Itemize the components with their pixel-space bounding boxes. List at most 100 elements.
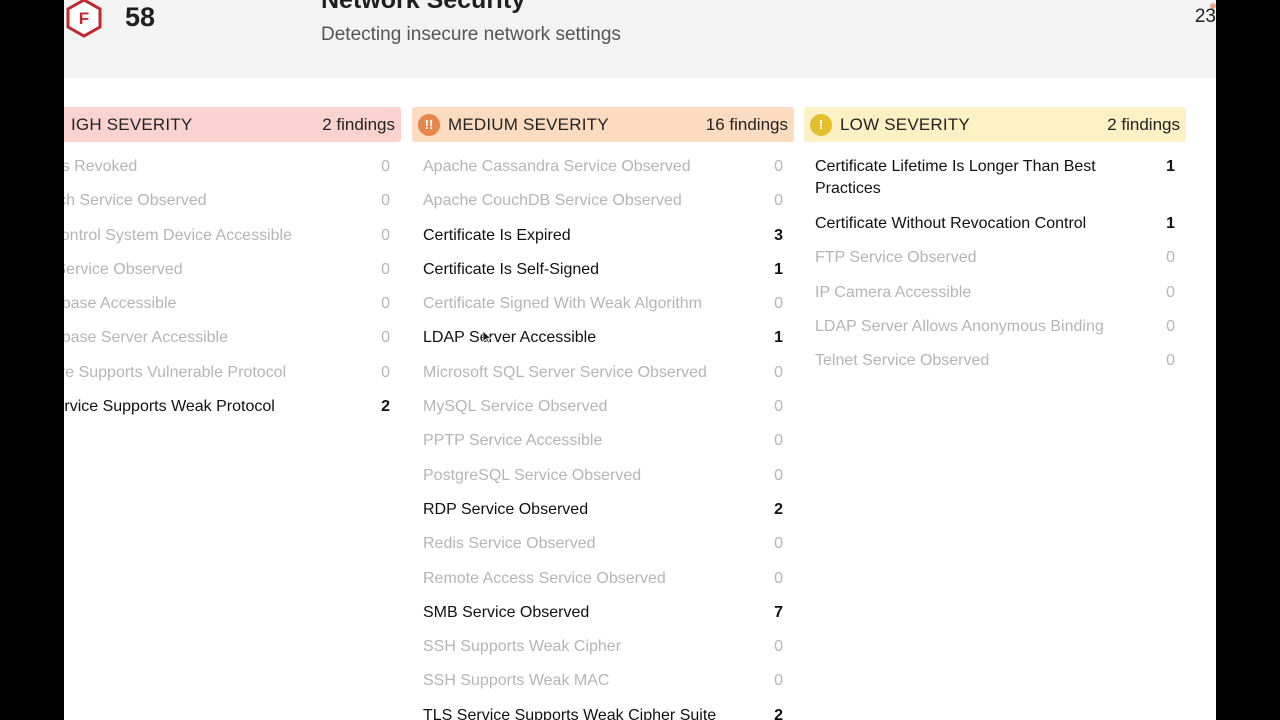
finding-name: TLS Service Supports Weak Cipher Suite: [423, 706, 717, 720]
finding-row[interactable]: Telnet Service Observed 0: [804, 344, 1186, 378]
finding-count: 1: [774, 329, 783, 347]
medium-severity-column: !! MEDIUM SEVERITY 16 findings Apache Ca…: [412, 107, 794, 720]
finding-row[interactable]: Microsoft SQL Server Service Observed 0: [412, 356, 794, 390]
finding-count: 0: [774, 672, 783, 690]
finding-name: Apache CouchDB Service Observed: [423, 192, 682, 210]
finding-row[interactable]: FTP Service Observed 0: [804, 241, 1186, 275]
finding-count: 2: [774, 500, 783, 518]
high-findings-list: ificate Is Revoked0ticsearch Service Obs…: [64, 150, 401, 424]
medium-findings-list: Apache Cassandra Service Observed 0 Apache…: [412, 150, 794, 720]
finding-name: Telnet Service Observed: [815, 352, 990, 370]
finding-row[interactable]: LDAP Server Allows Anonymous Binding 0: [804, 310, 1186, 344]
finding-count: 0: [1166, 283, 1175, 301]
app-viewport: F 58 Network Security Detecting insecure…: [64, 0, 1216, 720]
exclamation-icon: !: [810, 113, 832, 136]
finding-count: 0: [381, 363, 390, 381]
finding-row[interactable]: Apache CouchDB Service Observed 0: [412, 184, 794, 218]
grade-badge: F: [64, 0, 104, 38]
severity-label: MEDIUM SEVERITY: [448, 114, 609, 134]
top-right-count: 23: [1194, 6, 1216, 27]
finding-row[interactable]: ticsearch Service Observed 0: [64, 184, 401, 218]
finding-row[interactable]: ificate Is Revoked 0: [64, 150, 401, 184]
finding-name: RDP Service Observed: [423, 500, 589, 518]
finding-row[interactable]: Remote Access Service Observed 0: [412, 562, 794, 596]
severity-label: LOW SEVERITY: [840, 114, 970, 134]
finding-row[interactable]: MySQL Service Observed 0: [412, 390, 794, 424]
mouse-cursor-icon: [482, 330, 492, 344]
finding-count: 0: [774, 535, 783, 553]
finding-name: 4j Database Accessible: [64, 295, 177, 313]
finding-count: 0: [381, 158, 390, 175]
medium-severity-header[interactable]: !! MEDIUM SEVERITY 16 findings: [412, 107, 794, 142]
finding-row[interactable]: Apache Cassandra Service Observed 0: [412, 150, 794, 184]
finding-row[interactable]: SSH Supports Weak Cipher 0: [412, 630, 794, 664]
finding-count: 0: [381, 329, 390, 347]
finding-name: strial Control System Device Accessible: [64, 226, 292, 244]
finding-count: 0: [774, 192, 783, 210]
finding-name: Certificate Without Revocation Control: [815, 215, 1087, 232]
finding-count: 0: [774, 466, 783, 484]
finding-name: LDAP Server Allows Anonymous Binding: [815, 317, 1104, 335]
section-header: F 58 Network Security Detecting insecure…: [64, 0, 1216, 78]
finding-row[interactable]: 4j Database Accessible 0: [64, 287, 401, 321]
page-subtitle: Detecting insecure network settings: [321, 24, 621, 45]
finding-row[interactable]: SMB Service Observed 7: [412, 596, 794, 630]
finding-name: SMB Service Observed: [423, 603, 590, 621]
finding-count: 0: [381, 192, 390, 210]
finding-row[interactable]: PPTP Service Accessible 0: [412, 424, 794, 458]
low-severity-header[interactable]: ! LOW SEVERITY 2 findings: [804, 107, 1186, 142]
svg-text:F: F: [79, 9, 89, 28]
finding-name: ificate Is Revoked: [64, 158, 138, 175]
finding-name: Certificate Is Self-Signed: [423, 260, 600, 278]
finding-row[interactable]: RDP Service Observed 2: [412, 493, 794, 527]
finding-count: 0: [774, 432, 783, 450]
finding-row[interactable]: Redis Service Observed 0: [412, 527, 794, 561]
finding-name: SSH Supports Weak MAC: [423, 672, 610, 690]
finding-name: LDAP Server Accessible: [423, 329, 597, 347]
finding-row[interactable]: le Database Server Accessible 0: [64, 321, 401, 355]
finding-count: 0: [1166, 249, 1175, 267]
finding-count: 2: [381, 398, 390, 416]
finding-row[interactable]: Certificate Signed With Weak Algorithm 0: [412, 287, 794, 321]
finding-row[interactable]: Software Supports Vulnerable Protocol 0: [64, 356, 401, 390]
finding-name: Remote Access Service Observed: [423, 569, 666, 587]
severity-label: IGH SEVERITY: [71, 114, 193, 134]
finding-row[interactable]: Certificate Is Expired 3: [412, 219, 794, 253]
finding-name: SSH Supports Weak Cipher: [423, 638, 622, 656]
finding-row[interactable]: Certificate Without Revocation Control 1: [804, 207, 1186, 241]
finding-count: 0: [1166, 352, 1175, 370]
finding-row[interactable]: Certificate Is Self-Signed 1: [412, 253, 794, 287]
finding-name: Apache Cassandra Service Observed: [423, 158, 691, 175]
finding-count: 0: [774, 638, 783, 656]
finding-count: 3: [774, 226, 783, 244]
finding-row[interactable]: TLS Service Supports Weak Protocol 2: [64, 390, 401, 424]
finding-row[interactable]: goDB Service Observed 0: [64, 253, 401, 287]
finding-row[interactable]: SSH Supports Weak MAC 0: [412, 664, 794, 698]
finding-name: MySQL Service Observed: [423, 398, 608, 416]
finding-row[interactable]: PostgreSQL Service Observed 0: [412, 459, 794, 493]
finding-name: TLS Service Supports Weak Protocol: [64, 398, 275, 416]
finding-name: ticsearch Service Observed: [64, 192, 207, 210]
finding-name: IP Camera Accessible: [815, 283, 972, 301]
finding-count: 2: [774, 706, 783, 720]
finding-name: Redis Service Observed: [423, 535, 596, 553]
finding-row[interactable]: LDAP Server Accessible 1: [412, 321, 794, 355]
finding-name: goDB Service Observed: [64, 260, 183, 278]
finding-count: 0: [774, 295, 783, 313]
finding-count: 1: [774, 260, 783, 278]
finding-count: 0: [774, 363, 783, 381]
low-findings-list: Certificate Lifetime Is Longer Than Best…: [804, 150, 1186, 378]
finding-row[interactable]: Certificate Lifetime Is Longer Than Best…: [804, 150, 1186, 207]
high-severity-column: IGH SEVERITY 2 findings ificate Is Revok…: [64, 107, 401, 424]
finding-count: 1: [1166, 215, 1175, 232]
finding-name: Software Supports Vulnerable Protocol: [64, 363, 287, 381]
finding-name: FTP Service Observed: [815, 249, 977, 267]
finding-row[interactable]: strial Control System Device Accessible 0: [64, 219, 401, 253]
finding-name: Microsoft SQL Server Service Observed: [423, 363, 707, 381]
high-severity-header[interactable]: IGH SEVERITY 2 findings: [64, 107, 401, 142]
finding-count: 0: [381, 260, 390, 278]
finding-row[interactable]: TLS Service Supports Weak Cipher Suite 2: [412, 699, 794, 720]
findings-count: 2 findings: [322, 114, 395, 134]
finding-count: 0: [1166, 317, 1175, 335]
finding-row[interactable]: IP Camera Accessible 0: [804, 276, 1186, 310]
